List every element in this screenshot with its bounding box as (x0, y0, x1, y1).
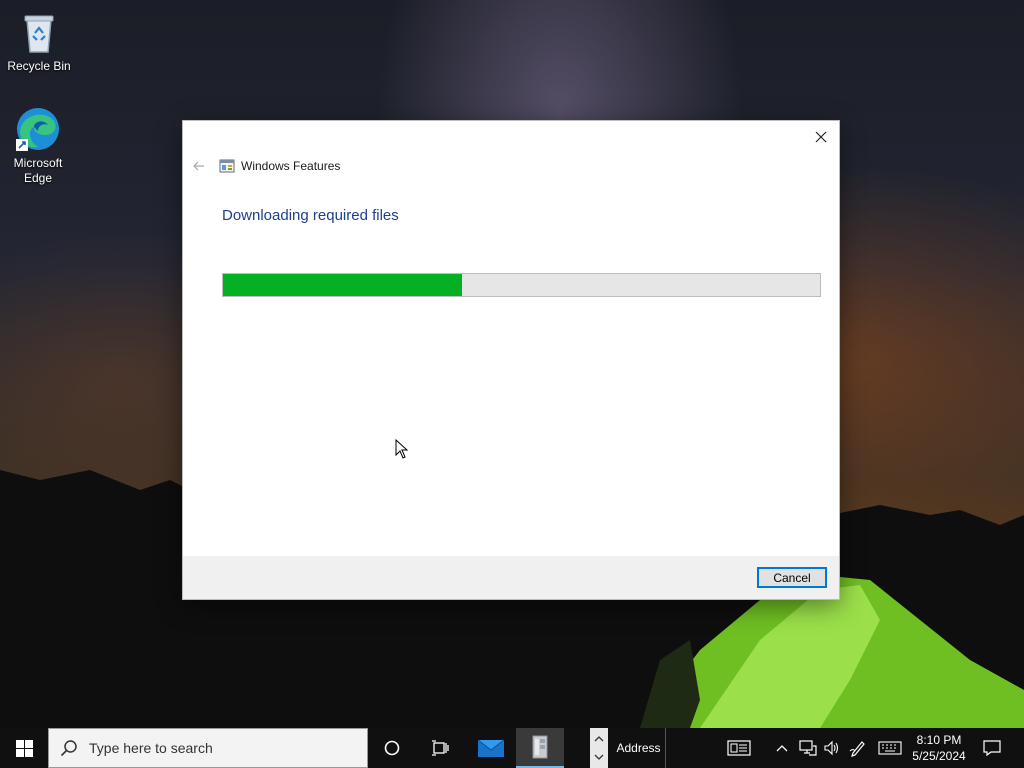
address-toolbar[interactable]: Address (612, 728, 666, 768)
notification-icon (983, 740, 1001, 756)
status-heading: Downloading required files (222, 207, 399, 224)
pen-icon (849, 741, 865, 757)
task-view-button[interactable] (416, 728, 464, 768)
address-label: Address (616, 741, 661, 755)
action-center-button[interactable] (978, 728, 1006, 768)
toolbar-scroll-arrows[interactable] (590, 728, 608, 768)
news-icon (727, 740, 751, 756)
windows-start-icon (15, 739, 33, 757)
keyboard-icon (878, 741, 902, 755)
back-arrow-icon (193, 161, 204, 171)
dialog-title: Windows Features (241, 159, 341, 173)
mail-icon (478, 739, 504, 757)
taskbar: Type here to search Address 8:10 PM 5/25… (0, 728, 1024, 768)
network-icon (799, 740, 817, 756)
download-progress-bar (222, 273, 821, 297)
touch-keyboard-button[interactable] (876, 728, 904, 768)
cancel-button[interactable]: Cancel (757, 567, 827, 588)
volume-icon (824, 740, 839, 756)
cortana-icon (384, 740, 400, 756)
close-icon (815, 131, 827, 143)
news-button[interactable] (722, 728, 756, 768)
cortana-button[interactable] (368, 728, 416, 768)
desktop-icon-edge[interactable]: Microsoft Edge (0, 105, 76, 186)
taskbar-search-box[interactable]: Type here to search (48, 728, 368, 768)
windows-features-icon (219, 159, 235, 173)
progress-fill (223, 274, 462, 296)
chevron-up-icon (594, 736, 604, 742)
start-button[interactable] (0, 728, 48, 768)
close-button[interactable] (809, 125, 833, 149)
windows-features-taskbar-icon (532, 735, 548, 759)
clock-time: 8:10 PM (916, 733, 962, 747)
desktop-icon-recycle-bin[interactable]: Recycle Bin (1, 8, 77, 74)
mouse-cursor-icon (395, 439, 409, 459)
windows-features-dialog: Windows Features Downloading required fi… (182, 120, 840, 600)
clock-date: 5/25/2024 (912, 749, 966, 763)
show-hidden-icons-button[interactable] (772, 728, 792, 768)
windows-features-taskbar-button[interactable] (516, 728, 564, 768)
task-view-icon (432, 740, 449, 756)
mail-app-button[interactable] (467, 728, 515, 768)
dialog-footer: Cancel (183, 556, 839, 599)
desktop-icon-label: Microsoft Edge (13, 156, 63, 185)
edge-icon (16, 108, 59, 151)
search-placeholder: Type here to search (89, 740, 213, 756)
network-button[interactable] (796, 728, 820, 768)
desktop-icon-label: Recycle Bin (7, 59, 71, 73)
chevron-up-icon (776, 745, 788, 752)
volume-button[interactable] (820, 728, 844, 768)
recycle-bin-icon (24, 15, 54, 53)
search-icon (49, 728, 89, 768)
pen-workspace-button[interactable] (846, 728, 870, 768)
chevron-down-icon (594, 754, 604, 760)
back-button[interactable] (191, 158, 207, 174)
clock[interactable]: 8:10 PM 5/25/2024 (908, 728, 970, 768)
